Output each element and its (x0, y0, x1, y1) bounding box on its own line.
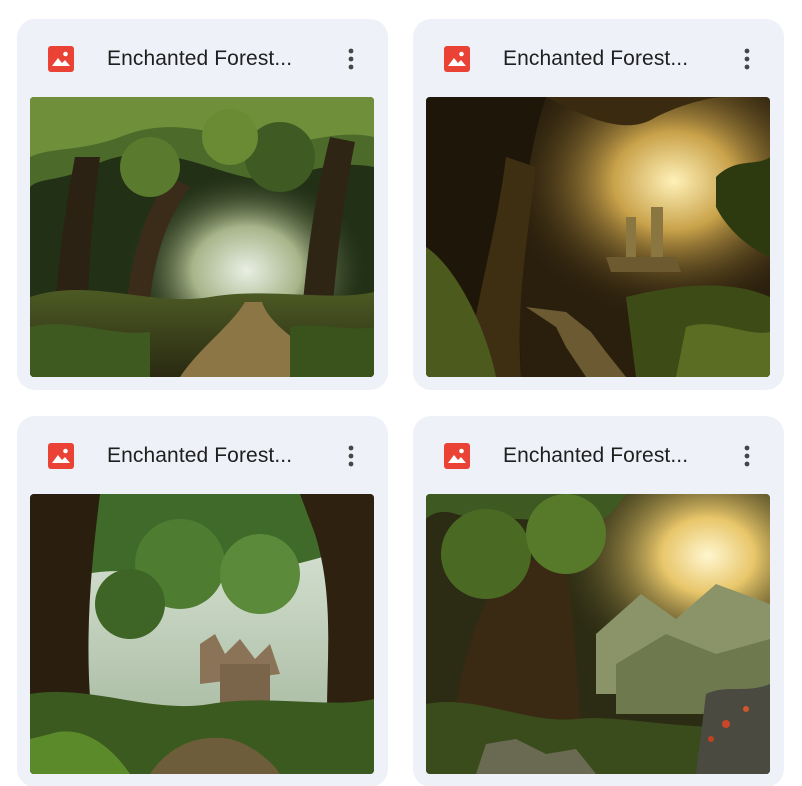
more-vert-icon (348, 445, 354, 467)
file-title: Enchanted Forest... (503, 47, 689, 70)
more-vert-icon (348, 48, 354, 70)
file-grid: Enchanted Forest... Enchanted Forest... … (0, 0, 802, 786)
more-options-button[interactable] (333, 438, 369, 474)
file-card[interactable]: Enchanted Forest... (17, 19, 388, 390)
image-file-icon (444, 443, 470, 469)
file-title: Enchanted Forest... (503, 444, 689, 467)
image-file-icon (48, 46, 74, 72)
more-options-button[interactable] (729, 41, 765, 77)
file-title: Enchanted Forest... (107, 444, 293, 467)
more-vert-icon (744, 48, 750, 70)
more-options-button[interactable] (729, 438, 765, 474)
file-title: Enchanted Forest... (107, 47, 293, 70)
file-card-header: Enchanted Forest... (17, 19, 388, 97)
image-file-icon (48, 443, 74, 469)
file-card-header: Enchanted Forest... (413, 416, 784, 494)
more-options-button[interactable] (333, 41, 369, 77)
file-card-header: Enchanted Forest... (17, 416, 388, 494)
file-card-header: Enchanted Forest... (413, 19, 784, 97)
forest-stairs-thumbnail[interactable] (426, 97, 770, 377)
forest-ruins-thumbnail[interactable] (30, 494, 374, 774)
forest-path-thumbnail[interactable] (30, 97, 374, 377)
forest-mountains-thumbnail[interactable] (426, 494, 770, 774)
image-file-icon (444, 46, 470, 72)
file-card[interactable]: Enchanted Forest... (17, 416, 388, 786)
file-card[interactable]: Enchanted Forest... (413, 19, 784, 390)
more-vert-icon (744, 445, 750, 467)
file-card[interactable]: Enchanted Forest... (413, 416, 784, 786)
